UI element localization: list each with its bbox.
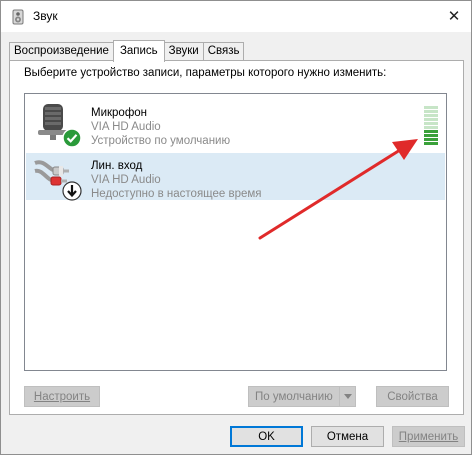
device-status: Недоступно в настоящее время	[91, 188, 262, 200]
cancel-button-label: Отмена	[326, 430, 369, 443]
window-title: Звук	[33, 9, 58, 23]
tab-communications[interactable]: Связь	[202, 42, 245, 61]
device-name: Лин. вход	[91, 160, 143, 172]
configure-button[interactable]: Настроить	[24, 386, 100, 407]
tab-playback[interactable]: Воспроизведение	[9, 42, 114, 61]
speaker-icon	[12, 9, 24, 25]
title-bar[interactable]: Звук ✕	[1, 1, 471, 32]
level-meter-segment	[424, 122, 438, 125]
cancel-button[interactable]: Отмена	[311, 426, 384, 447]
tab-strip: Воспроизведение Запись Звуки Связь	[9, 40, 245, 62]
properties-button[interactable]: Свойства	[376, 386, 449, 407]
properties-button-label: Свойства	[387, 390, 438, 403]
device-name: Микрофон	[91, 107, 148, 119]
list-item-microphone[interactable]: Микрофон VIA HD Audio Устройство по умол…	[26, 100, 445, 148]
level-meter-segment	[424, 126, 438, 129]
device-driver: VIA HD Audio	[91, 121, 161, 133]
configure-button-label: Настроить	[33, 390, 91, 403]
set-default-button-label: По умолчанию	[255, 390, 333, 403]
tab-recording[interactable]: Запись	[112, 40, 165, 62]
level-meter-segment	[424, 130, 438, 133]
ok-button-label: OK	[258, 430, 275, 443]
level-meter	[424, 106, 438, 146]
list-item-line-in[interactable]: Лин. вход VIA HD Audio Недоступно в наст…	[26, 153, 445, 201]
sound-dialog: Звук ✕ Воспроизведение Запись Звуки Связ…	[0, 0, 472, 455]
tab-sounds[interactable]: Звуки	[163, 42, 204, 61]
close-icon: ✕	[447, 8, 461, 25]
device-list[interactable]: Микрофон VIA HD Audio Устройство по умол…	[24, 93, 447, 371]
default-check-icon	[62, 128, 82, 148]
device-status: Устройство по умолчанию	[91, 135, 231, 147]
apply-button[interactable]: Применить	[392, 426, 465, 447]
close-button[interactable]: ✕	[441, 5, 467, 27]
level-meter-segment	[424, 114, 438, 117]
unavailable-down-arrow-icon	[62, 181, 82, 201]
set-default-button[interactable]: По умолчанию	[248, 386, 356, 407]
chevron-down-icon[interactable]	[339, 387, 355, 406]
recording-panel: Выберите устройство записи, параметры ко…	[9, 60, 464, 415]
level-meter-segment	[424, 138, 438, 141]
device-driver: VIA HD Audio	[91, 174, 161, 186]
instruction-text: Выберите устройство записи, параметры ко…	[24, 67, 387, 79]
level-meter-segment	[424, 134, 438, 137]
ok-button[interactable]: OK	[230, 426, 303, 447]
level-meter-segment	[424, 142, 438, 145]
apply-button-label: Применить	[398, 430, 459, 443]
level-meter-segment	[424, 110, 438, 113]
level-meter-segment	[424, 106, 438, 109]
level-meter-segment	[424, 118, 438, 121]
